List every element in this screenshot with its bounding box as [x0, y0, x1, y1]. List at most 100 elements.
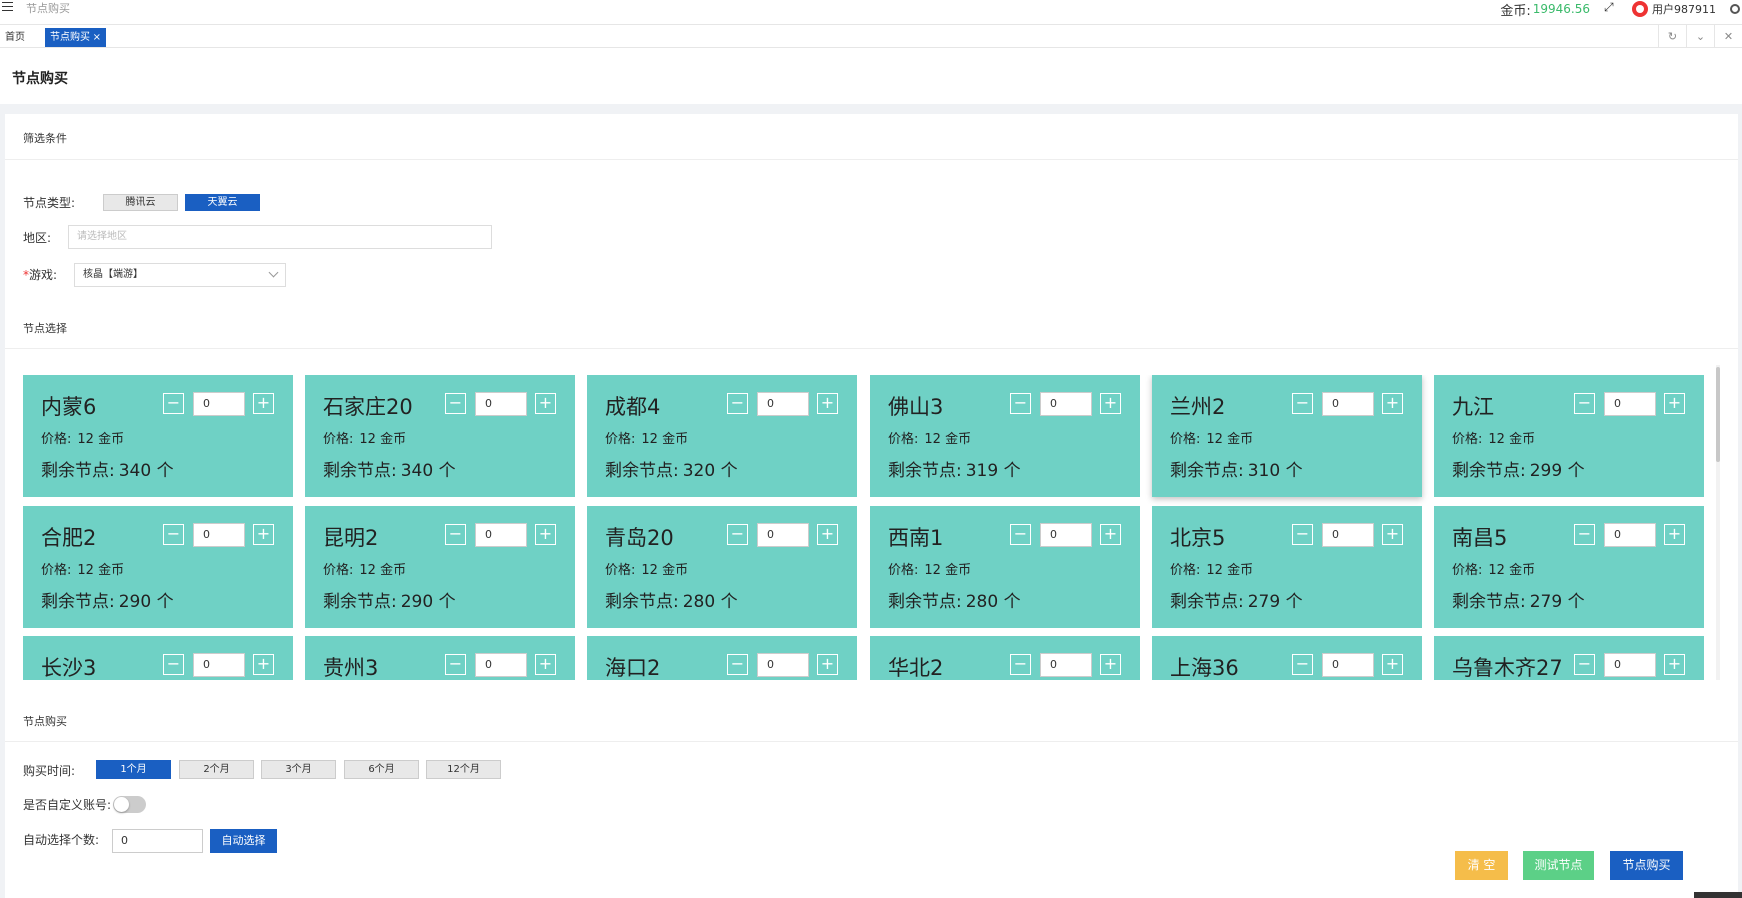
duration-1-month-button[interactable]: 1个月 [96, 760, 171, 779]
quantity-input[interactable]: 0 [1040, 523, 1092, 547]
game-select[interactable]: 核晶【端游】 [74, 263, 286, 287]
minus-icon[interactable]: − [1574, 654, 1595, 675]
quantity-input[interactable]: 0 [1604, 523, 1656, 547]
quantity-input[interactable]: 0 [193, 392, 245, 416]
chevron-down-icon[interactable]: ⌄ [1686, 25, 1714, 48]
plus-icon[interactable]: + [1100, 393, 1121, 414]
node-type-tencent-button[interactable]: 腾讯云 [103, 194, 178, 211]
auto-select-button[interactable]: 自动选择 [210, 829, 277, 853]
clear-button[interactable]: 清 空 [1455, 851, 1508, 880]
region-input[interactable]: 请选择地区 [68, 225, 492, 249]
minus-icon[interactable]: − [1010, 654, 1031, 675]
node-type-tianyi-button[interactable]: 天翼云 [185, 194, 260, 211]
node-card[interactable]: 华北2 −0 + [870, 636, 1140, 680]
minus-icon[interactable]: − [727, 654, 748, 675]
node-card[interactable]: 石家庄20 价格: 12 金币 剩余节点: 340 个 −0 + [305, 375, 575, 497]
menu-icon[interactable] [2, 2, 13, 13]
quantity-input[interactable]: 0 [1322, 523, 1374, 547]
minus-icon[interactable]: − [727, 524, 748, 545]
duration-3-month-button[interactable]: 3个月 [261, 760, 336, 779]
node-card[interactable]: 成都4 价格: 12 金币 剩余节点: 320 个 −0 + [587, 375, 857, 497]
avatar[interactable] [1632, 1, 1648, 17]
quantity-input[interactable]: 0 [757, 523, 809, 547]
node-card[interactable]: 北京5 价格: 12 金币 剩余节点: 279 个 −0 + [1152, 506, 1422, 628]
duration-6-month-button[interactable]: 6个月 [344, 760, 419, 779]
close-icon[interactable]: × [93, 28, 101, 47]
settings-icon[interactable] [1730, 4, 1740, 14]
node-card[interactable]: 昆明2 价格: 12 金币 剩余节点: 290 个 −0 + [305, 506, 575, 628]
node-card[interactable]: 海口2 −0 + [587, 636, 857, 680]
quantity-input[interactable]: 0 [193, 523, 245, 547]
plus-icon[interactable]: + [253, 524, 274, 545]
minus-icon[interactable]: − [1292, 524, 1313, 545]
quantity-input[interactable]: 0 [1322, 392, 1374, 416]
refresh-icon[interactable]: ↻ [1658, 25, 1686, 48]
minus-icon[interactable]: − [445, 393, 466, 414]
username[interactable]: 用户987911 [1652, 1, 1716, 17]
fullscreen-icon[interactable] [1604, 0, 1616, 15]
node-card[interactable]: 贵州3 −0 + [305, 636, 575, 680]
node-card[interactable]: 九江 价格: 12 金币 剩余节点: 299 个 −0 + [1434, 375, 1704, 497]
minus-icon[interactable]: − [1010, 524, 1031, 545]
quantity-input[interactable]: 0 [757, 392, 809, 416]
node-card[interactable]: 南昌5 价格: 12 金币 剩余节点: 279 个 −0 + [1434, 506, 1704, 628]
plus-icon[interactable]: + [253, 393, 274, 414]
plus-icon[interactable]: + [1382, 393, 1403, 414]
plus-icon[interactable]: + [817, 654, 838, 675]
minus-icon[interactable]: − [163, 524, 184, 545]
plus-icon[interactable]: + [253, 654, 274, 675]
node-card[interactable]: 兰州2 价格: 12 金币 剩余节点: 310 个 −0 + [1152, 375, 1422, 497]
plus-icon[interactable]: + [817, 393, 838, 414]
quantity-input[interactable]: 0 [475, 523, 527, 547]
scrollbar-thumb[interactable] [1716, 367, 1720, 462]
node-card[interactable]: 上海36 −0 + [1152, 636, 1422, 680]
node-card[interactable]: 合肥2 价格: 12 金币 剩余节点: 290 个 −0 + [23, 506, 293, 628]
plus-icon[interactable]: + [1100, 654, 1121, 675]
quantity-input[interactable]: 0 [1040, 392, 1092, 416]
plus-icon[interactable]: + [817, 524, 838, 545]
node-card[interactable]: 佛山3 价格: 12 金币 剩余节点: 319 个 −0 + [870, 375, 1140, 497]
plus-icon[interactable]: + [535, 393, 556, 414]
plus-icon[interactable]: + [1664, 654, 1685, 675]
quantity-input[interactable]: 0 [1604, 392, 1656, 416]
quantity-input[interactable]: 0 [475, 392, 527, 416]
plus-icon[interactable]: + [1382, 524, 1403, 545]
minus-icon[interactable]: − [1010, 393, 1031, 414]
node-card[interactable]: 内蒙6 价格: 12 金币 剩余节点: 340 个 −0 + [23, 375, 293, 497]
quantity-input[interactable]: 0 [1604, 653, 1656, 677]
auto-count-input[interactable]: 0 [112, 829, 203, 853]
minus-icon[interactable]: − [727, 393, 748, 414]
plus-icon[interactable]: + [1664, 524, 1685, 545]
quantity-input[interactable]: 0 [1322, 653, 1374, 677]
node-card[interactable]: 长沙3 −0 + [23, 636, 293, 680]
minus-icon[interactable]: − [1292, 654, 1313, 675]
plus-icon[interactable]: + [535, 524, 556, 545]
node-card[interactable]: 乌鲁木齐27−0 + [1434, 636, 1704, 680]
minus-icon[interactable]: − [163, 654, 184, 675]
custom-account-toggle[interactable] [113, 796, 146, 813]
test-node-button[interactable]: 测试节点 [1523, 851, 1594, 880]
minus-icon[interactable]: − [1574, 393, 1595, 414]
quantity-input[interactable]: 0 [757, 653, 809, 677]
node-card[interactable]: 西南1 价格: 12 金币 剩余节点: 280 个 −0 + [870, 506, 1140, 628]
tab-home[interactable]: 首页 [0, 28, 30, 47]
minus-icon[interactable]: − [445, 654, 466, 675]
node-card[interactable]: 青岛20 价格: 12 金币 剩余节点: 280 个 −0 + [587, 506, 857, 628]
quantity-input[interactable]: 0 [475, 653, 527, 677]
plus-icon[interactable]: + [1664, 393, 1685, 414]
duration-12-month-button[interactable]: 12个月 [426, 760, 501, 779]
minus-icon[interactable]: − [1292, 393, 1313, 414]
buy-node-button[interactable]: 节点购买 [1610, 851, 1683, 880]
price-prefix: 价格: [41, 432, 72, 447]
quantity-input[interactable]: 0 [1040, 653, 1092, 677]
close-all-icon[interactable]: ✕ [1714, 25, 1742, 48]
plus-icon[interactable]: + [1100, 524, 1121, 545]
plus-icon[interactable]: + [535, 654, 556, 675]
duration-2-month-button[interactable]: 2个月 [179, 760, 254, 779]
plus-icon[interactable]: + [1382, 654, 1403, 675]
tab-node-purchase[interactable]: 节点购买 × [45, 28, 106, 47]
quantity-input[interactable]: 0 [193, 653, 245, 677]
minus-icon[interactable]: − [1574, 524, 1595, 545]
minus-icon[interactable]: − [163, 393, 184, 414]
minus-icon[interactable]: − [445, 524, 466, 545]
